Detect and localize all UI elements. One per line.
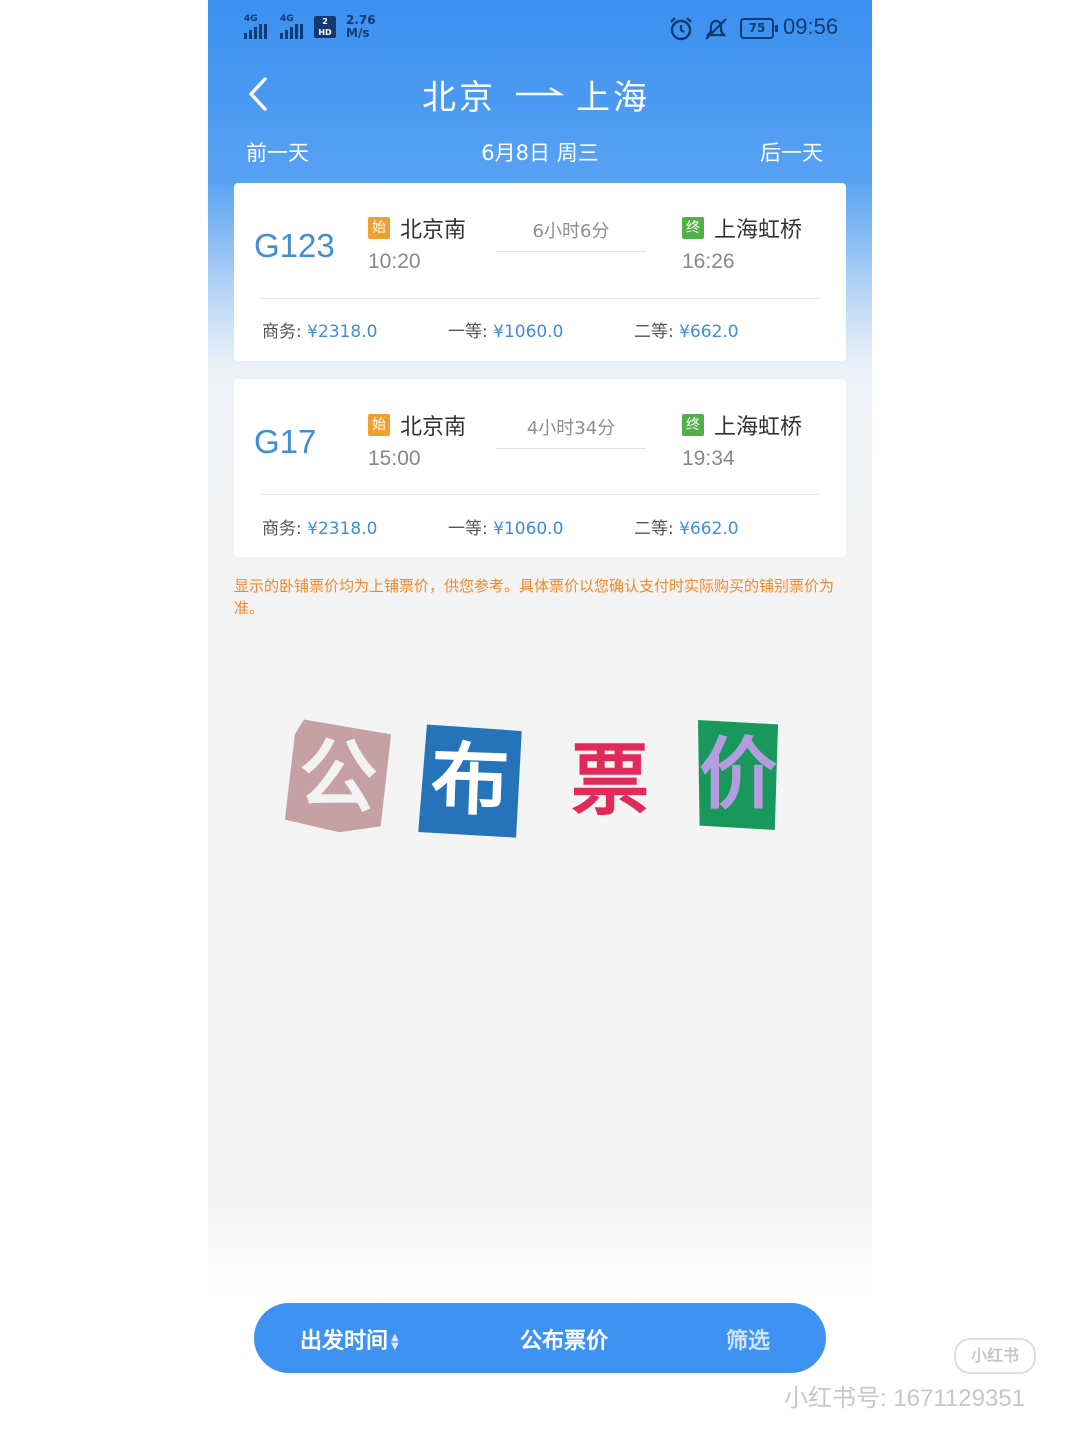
watermark-logo: 小红书 <box>954 1338 1036 1374</box>
route-to: 上海 <box>576 78 650 118</box>
sort-departure-time-button[interactable]: 出发时间 ▲ ▼ <box>300 1323 399 1355</box>
start-badge: 始 <box>368 217 390 239</box>
arrival-station: 上海虹桥 <box>714 218 803 243</box>
watermark-text: 小红书号: 1671129351 <box>784 1385 1026 1412</box>
price-value: ¥662.0 <box>679 322 739 342</box>
alarm-icon <box>670 17 692 41</box>
end-badge: 终 <box>682 217 704 239</box>
train-card-g17[interactable]: G17 始 北京南 15:00 4小时34分 终 上海虹桥 19:34 商务: … <box>234 379 846 557</box>
price-notice: 显示的卧铺票价均为上铺票价，供您参考。具体票价以您确认支付时实际购买的铺别票价为… <box>234 577 835 617</box>
start-badge: 始 <box>368 414 390 436</box>
price-business: 商务: ¥2318.0 <box>262 317 377 342</box>
train-number: G17 <box>254 423 317 460</box>
prev-day-button[interactable]: 前一天 <box>246 137 309 167</box>
train-number: G123 <box>254 227 335 264</box>
price-second-class: 二等: ¥662.0 <box>634 317 739 342</box>
route-from: 北京 <box>422 78 496 118</box>
departure-station: 北京南 <box>400 218 467 243</box>
price-label: 二等: <box>634 322 674 342</box>
network-speed: 2.76 M/s <box>346 14 376 40</box>
hd-icon: 2 HD <box>314 16 336 38</box>
back-arrow-icon[interactable] <box>246 76 270 112</box>
price-business: 商务: ¥2318.0 <box>262 514 377 539</box>
end-badge: 终 <box>682 414 704 436</box>
price-second-class: 二等: ¥662.0 <box>634 514 739 539</box>
price-value: ¥662.0 <box>679 519 739 539</box>
card-divider <box>260 298 820 299</box>
overlay-char-2: 布 <box>418 724 522 837</box>
duration-line <box>496 251 646 252</box>
travel-duration: 6小时6分 <box>532 221 610 242</box>
overlay-char-4: 价 <box>698 720 778 830</box>
price-value: ¥2318.0 <box>307 519 378 539</box>
departure-station: 北京南 <box>400 415 467 440</box>
signal-icon-1 <box>244 24 267 39</box>
status-time: 09:56 <box>783 14 839 39</box>
departure-time: 15:00 <box>368 447 421 470</box>
train-card-g123[interactable]: G123 始 北京南 10:20 6小时6分 终 上海虹桥 16:26 商务: … <box>234 183 846 361</box>
price-first-class: 一等: ¥1060.0 <box>448 514 563 539</box>
network-type-2: 4G <box>280 14 294 24</box>
signal-icon-2 <box>280 24 303 39</box>
phone-screen: 4G 4G 2 HD 2.76 M/s 75 09:56 北京 上海 前一天 6… <box>208 0 872 1300</box>
price-value: ¥1060.0 <box>493 519 564 539</box>
arrival-station: 上海虹桥 <box>714 415 803 440</box>
price-first-class: 一等: ¥1060.0 <box>448 317 563 342</box>
battery-icon: 75 <box>740 18 778 39</box>
arrival-time: 16:26 <box>682 250 735 273</box>
travel-duration: 4小时34分 <box>526 418 616 439</box>
hd-icon-label: HD <box>318 28 332 37</box>
date-selector[interactable]: 6月8日 周三 <box>440 137 640 167</box>
arrival-time: 19:34 <box>682 447 735 470</box>
bottom-action-bar: 出发时间 ▲ ▼ 公布票价 筛选 <box>254 1303 826 1373</box>
filter-button[interactable]: 筛选 <box>726 1323 770 1355</box>
price-label: 一等: <box>448 322 488 342</box>
overlay-char-1: 公 <box>284 719 391 836</box>
hd-icon-top: 2 <box>322 17 328 26</box>
sort-arrows-icon: ▲ ▼ <box>391 1332 399 1352</box>
next-day-button[interactable]: 后一天 <box>760 137 823 167</box>
price-label: 一等: <box>448 519 488 539</box>
route-arrow-icon <box>516 86 564 96</box>
publish-price-button[interactable]: 公布票价 <box>520 1323 608 1355</box>
sort-departure-time-label: 出发时间 <box>300 1329 389 1354</box>
overlay-char-3: 票 <box>570 736 649 826</box>
duration-line <box>496 448 646 449</box>
network-type-1: 4G <box>244 14 258 24</box>
price-label: 二等: <box>634 519 674 539</box>
network-speed-unit: M/s <box>346 26 370 40</box>
price-label: 商务: <box>262 322 302 342</box>
departure-time: 10:20 <box>368 250 421 273</box>
price-value: ¥1060.0 <box>493 322 564 342</box>
price-value: ¥2318.0 <box>307 322 378 342</box>
card-divider <box>260 494 820 495</box>
mute-bell-icon <box>705 18 727 40</box>
price-label: 商务: <box>262 519 302 539</box>
